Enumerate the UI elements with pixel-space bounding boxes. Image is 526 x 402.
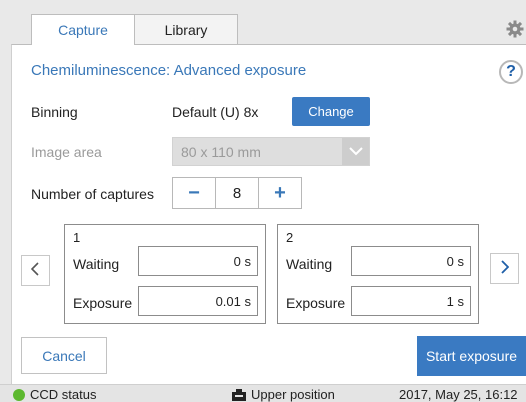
top-bar: Capture Library — [0, 0, 526, 45]
change-binning-label: Change — [308, 104, 354, 119]
exposure-field[interactable]: 1 s — [351, 286, 471, 316]
ccd-status-label: CCD status — [30, 387, 97, 402]
start-exposure-label: Start exposure — [425, 348, 518, 364]
waiting-label: Waiting — [73, 256, 120, 272]
exposure-field[interactable]: 0.01 s — [138, 286, 258, 316]
help-glyph: ? — [506, 63, 516, 80]
image-area-select[interactable]: 80 x 110 mm — [172, 137, 370, 166]
next-captures-button[interactable] — [490, 253, 519, 284]
capture-card-2: 2 Waiting 0 s Exposure 1 s — [277, 224, 479, 324]
help-icon[interactable]: ? — [499, 60, 523, 84]
camera-icon — [232, 389, 246, 401]
gear-icon[interactable] — [506, 20, 524, 38]
waiting-label: Waiting — [286, 256, 333, 272]
waiting-field[interactable]: 0 s — [138, 246, 258, 276]
exposure-label: Exposure — [286, 295, 346, 311]
tab-capture-label: Capture — [58, 22, 108, 38]
capture-card-1: 1 Waiting 0 s Exposure 0.01 s — [64, 224, 266, 324]
increment-button[interactable]: + — [259, 178, 301, 208]
start-exposure-button[interactable]: Start exposure — [417, 336, 526, 376]
previous-captures-button[interactable] — [21, 255, 50, 286]
tab-library-label: Library — [164, 21, 208, 38]
chevron-left-icon — [30, 262, 40, 279]
captures-label: Number of captures — [31, 186, 154, 202]
status-datetime: 2017, May 25, 16:12 — [399, 387, 518, 402]
capture-index: 2 — [286, 230, 294, 245]
binning-value: Default (U) 8x — [172, 104, 259, 120]
captures-count[interactable]: 8 — [215, 178, 259, 208]
cancel-button[interactable]: Cancel — [21, 337, 107, 374]
ccd-status-indicator — [13, 389, 25, 401]
position-status: Upper position — [251, 387, 335, 402]
capture-panel — [11, 44, 526, 384]
decrement-button[interactable]: − — [173, 178, 215, 208]
binning-label: Binning — [31, 104, 78, 120]
image-area-label: Image area — [31, 144, 102, 160]
status-bar: CCD status Upper position 2017, May 25, … — [0, 384, 526, 402]
chevron-right-icon — [500, 260, 510, 277]
waiting-field[interactable]: 0 s — [351, 246, 471, 276]
page-title: Chemiluminescence: Advanced exposure — [31, 62, 307, 79]
captures-stepper: − 8 + — [172, 177, 302, 209]
tab-capture[interactable]: Capture — [31, 14, 135, 45]
tab-library[interactable]: Library — [134, 14, 238, 44]
chevron-down-icon — [342, 138, 369, 165]
image-area-value: 80 x 110 mm — [181, 143, 261, 160]
exposure-label: Exposure — [73, 295, 133, 311]
cancel-label: Cancel — [42, 347, 86, 364]
capture-index: 1 — [73, 230, 81, 245]
change-binning-button[interactable]: Change — [292, 97, 370, 126]
